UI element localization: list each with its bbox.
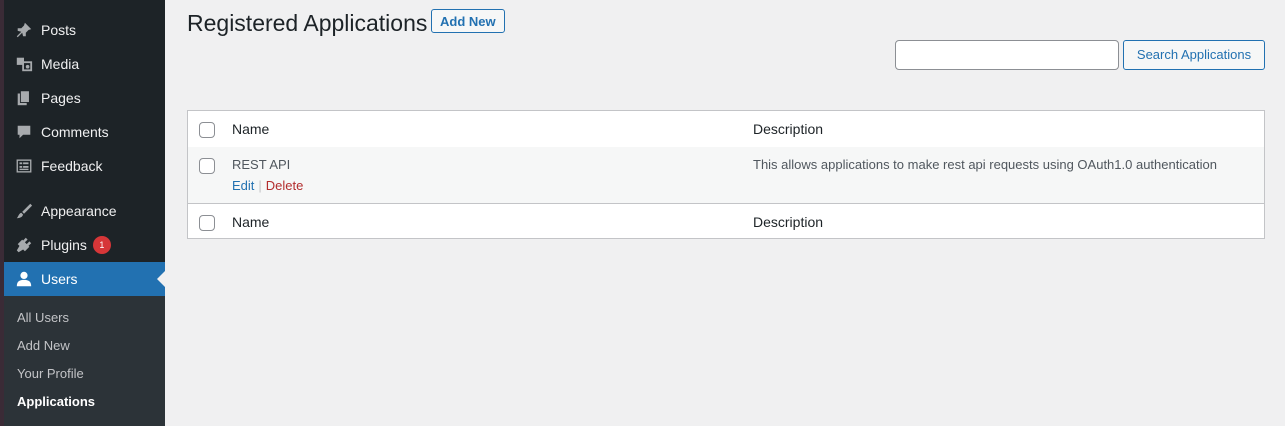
search-applications-button[interactable]: Search Applications	[1123, 40, 1265, 70]
plugin-icon	[14, 235, 34, 255]
update-count-badge: 1	[92, 236, 111, 254]
application-description: This allows applications to make rest ap…	[753, 157, 1217, 172]
menu-label: Comments	[41, 124, 109, 140]
media-icon	[14, 54, 34, 74]
user-icon	[14, 269, 34, 289]
menu-item-posts[interactable]: Posts	[4, 13, 165, 47]
edit-link[interactable]: Edit	[232, 178, 254, 193]
table-footer-row: Name Description	[188, 203, 1264, 239]
admin-sidebar: Posts Media Pages Comments Feedback Appe…	[4, 0, 165, 426]
submenu-applications[interactable]: Applications	[17, 394, 95, 409]
menu-item-feedback[interactable]: Feedback	[4, 149, 165, 183]
applications-table: Name Description REST API Edit | Delete Th…	[187, 110, 1265, 239]
table-header-row: Name Description	[188, 111, 1264, 148]
row-actions: Edit | Delete	[232, 178, 303, 193]
select-all-checkbox-footer[interactable]	[199, 215, 215, 231]
delete-link[interactable]: Delete	[266, 178, 304, 193]
brush-icon	[14, 201, 34, 221]
row-checkbox[interactable]	[199, 158, 215, 174]
users-submenu: All Users Add New Your Profile Applicati…	[4, 296, 165, 426]
select-all-checkbox[interactable]	[199, 122, 215, 138]
submenu-all-users[interactable]: All Users	[17, 310, 69, 325]
column-header-description: Description	[753, 121, 824, 137]
menu-item-appearance[interactable]: Appearance	[4, 194, 165, 228]
menu-label: Posts	[41, 22, 77, 38]
menu-label: Plugins	[41, 237, 87, 253]
menu-label: Feedback	[41, 158, 103, 174]
pin-icon	[14, 20, 34, 40]
column-footer-description: Description	[753, 214, 824, 230]
application-name: REST API	[232, 157, 291, 172]
pages-icon	[14, 88, 34, 108]
page-title: Registered Applications	[187, 10, 428, 36]
search-input[interactable]	[895, 40, 1119, 70]
column-footer-name[interactable]: Name	[232, 214, 269, 230]
comment-icon	[14, 122, 34, 142]
feedback-icon	[14, 156, 34, 176]
menu-item-users[interactable]: Users	[4, 262, 165, 296]
menu-label: Pages	[41, 90, 81, 106]
menu-label: Users	[41, 271, 78, 287]
submenu-your-profile[interactable]: Your Profile	[17, 366, 84, 381]
add-new-button[interactable]: Add New	[431, 9, 505, 33]
column-header-name[interactable]: Name	[232, 121, 269, 137]
action-separator: |	[258, 178, 262, 193]
main-content: Registered Applications Add New Search A…	[165, 0, 1285, 426]
menu-label: Appearance	[41, 203, 117, 219]
menu-item-comments[interactable]: Comments	[4, 115, 165, 149]
submenu-add-new[interactable]: Add New	[17, 338, 70, 353]
menu-item-media[interactable]: Media	[4, 47, 165, 81]
menu-label: Media	[41, 56, 80, 72]
menu-item-pages[interactable]: Pages	[4, 81, 165, 115]
table-row: REST API Edit | Delete This allows applica…	[188, 147, 1264, 203]
menu-item-plugins[interactable]: Plugins 1	[4, 228, 165, 262]
